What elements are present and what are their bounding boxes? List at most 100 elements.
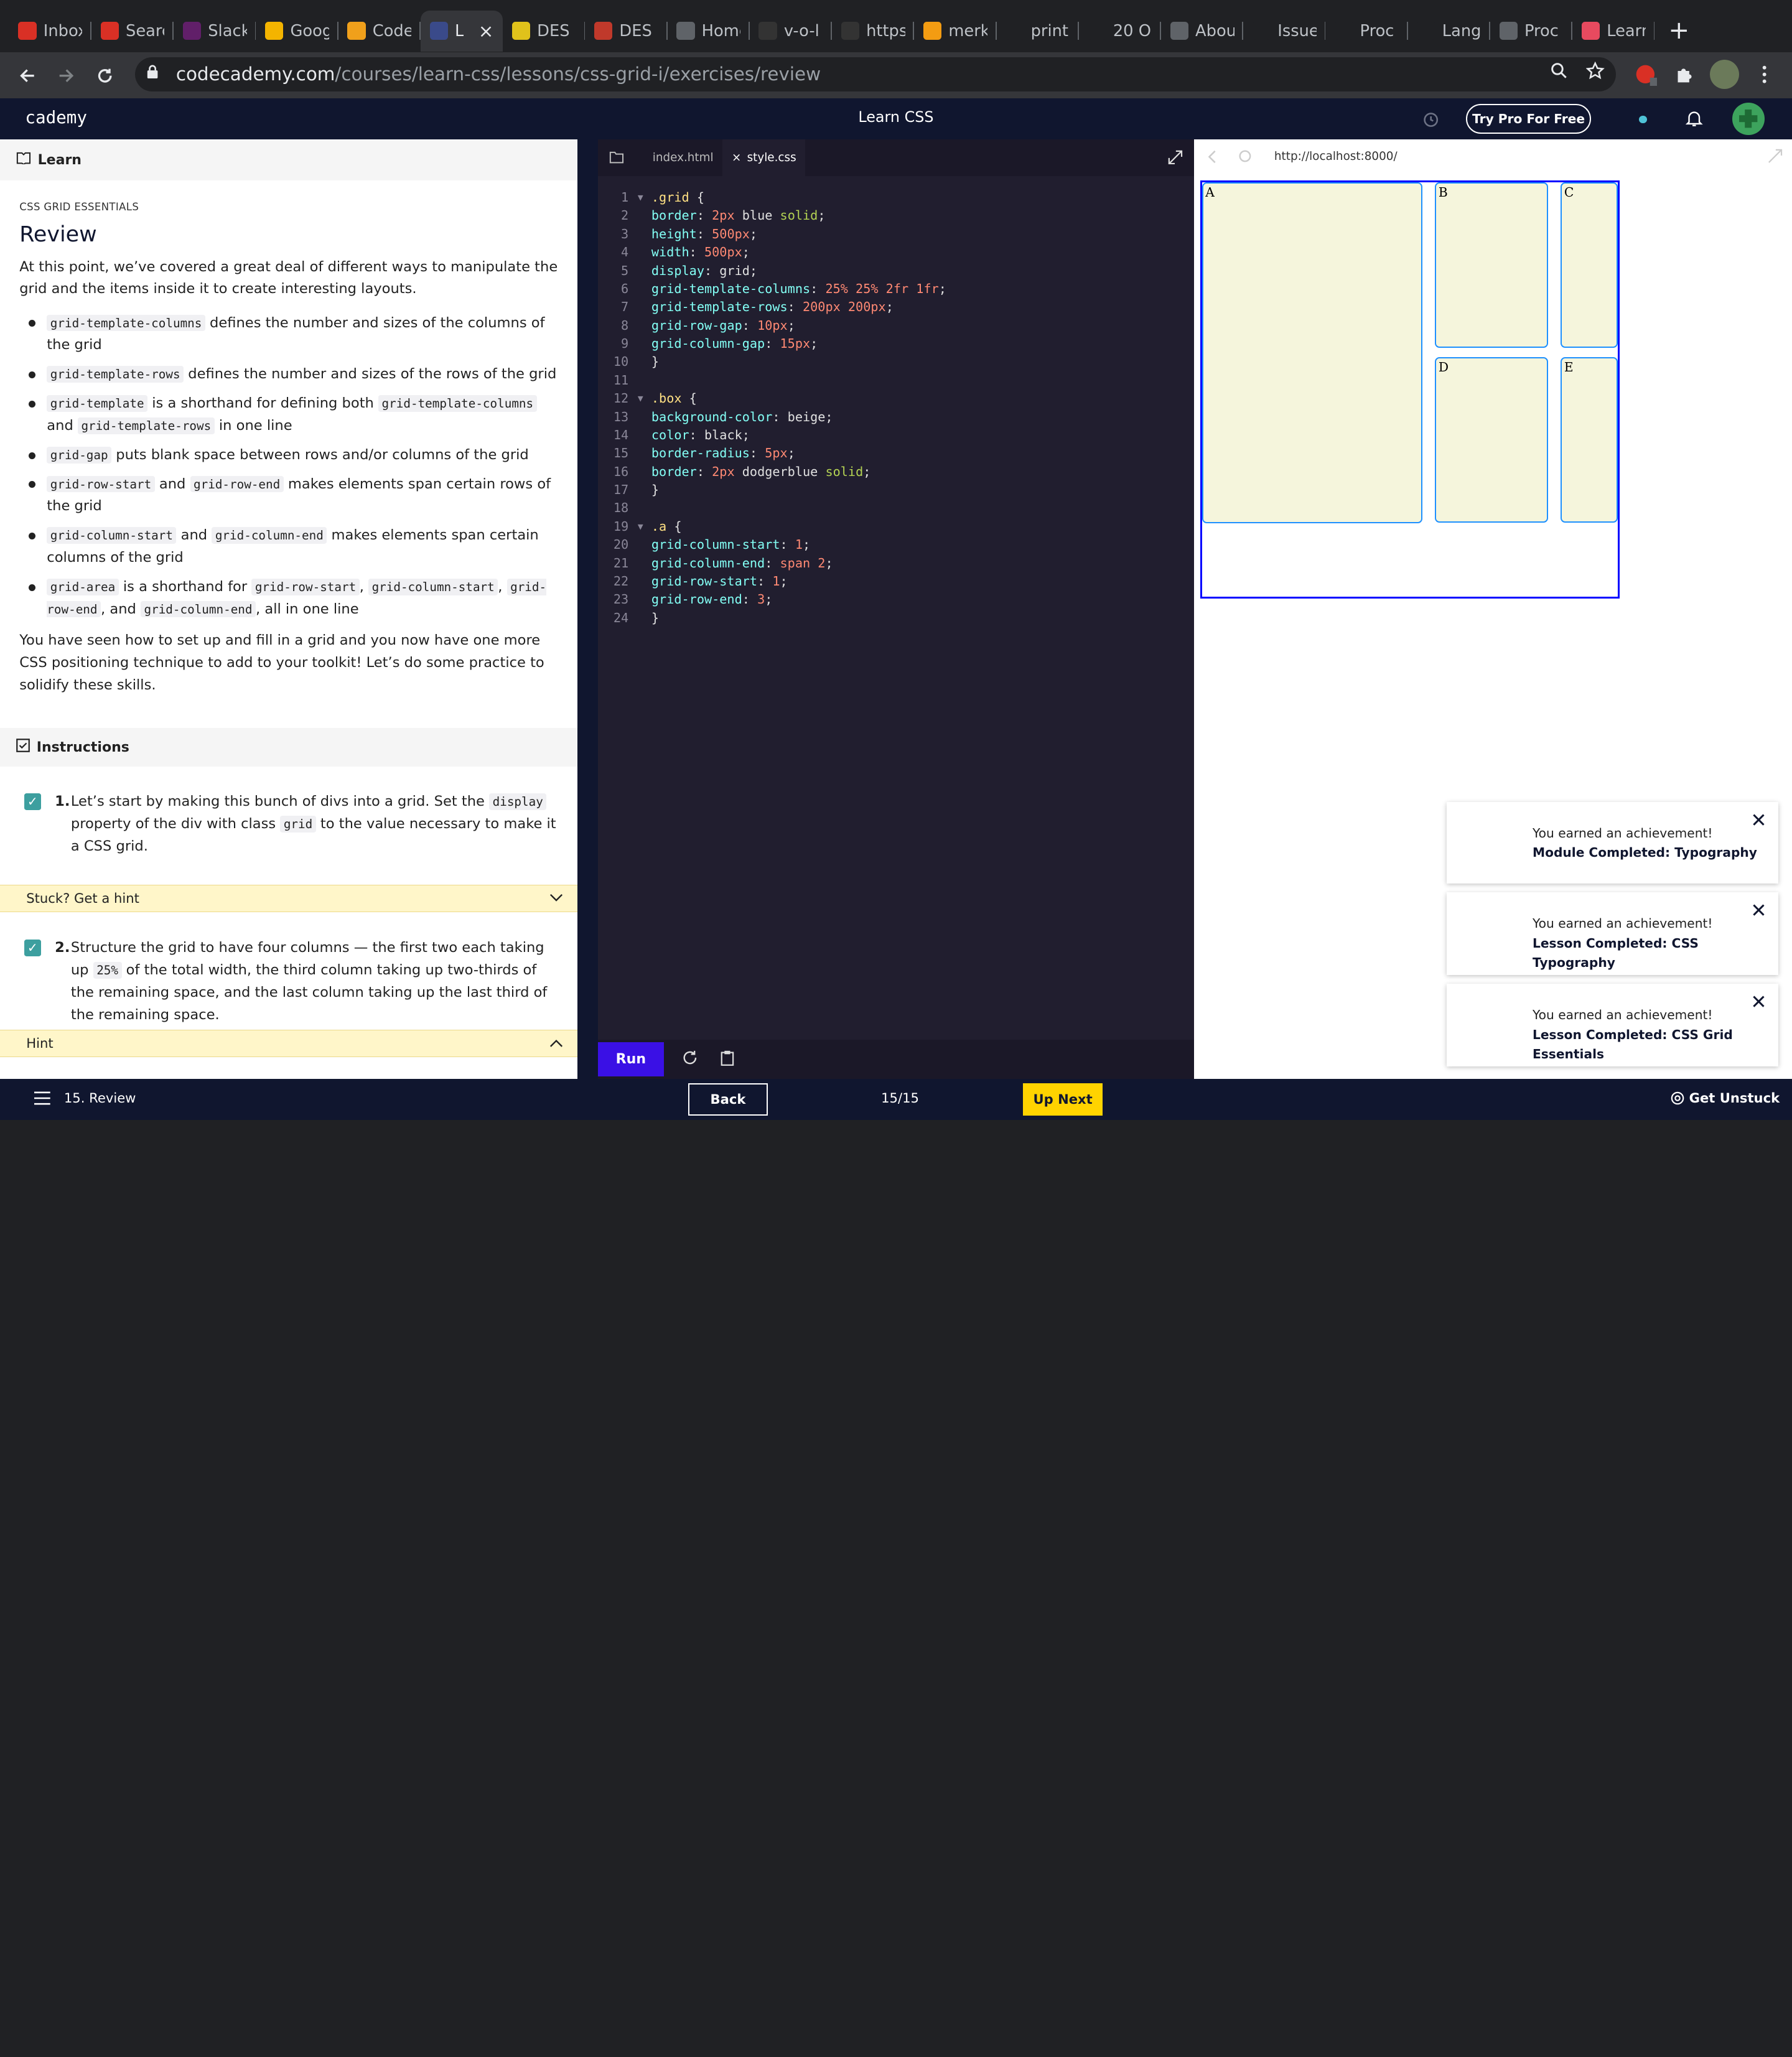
code-line: 13 background-color: beige;: [613, 409, 833, 424]
back-button[interactable]: Back: [688, 1083, 768, 1116]
hint-toggle-2[interactable]: Hint: [0, 1029, 577, 1057]
close-icon[interactable]: ×: [732, 151, 741, 164]
hamburger-menu-icon[interactable]: [34, 1091, 50, 1108]
preview-expand-icon[interactable]: [1768, 149, 1783, 167]
browser-tab[interactable]: merk: [914, 11, 997, 52]
browser-tab-title: https: [866, 21, 905, 40]
code-snippet: display: [489, 793, 547, 810]
des-icon: [594, 21, 613, 40]
lesson-outro: You have seen how to set up and fill in …: [19, 632, 544, 693]
up-next-button[interactable]: Up Next: [1022, 1083, 1103, 1116]
browser-menu-icon[interactable]: [1754, 62, 1775, 86]
checkmark-icon: ✓: [24, 793, 42, 811]
browser-tab[interactable]: Inbox: [9, 11, 91, 52]
list-item: grid-area is a shorthand for grid-row-st…: [28, 576, 558, 621]
alarm-clock-icon[interactable]: [1422, 110, 1440, 132]
gmail-icon: [18, 21, 37, 40]
browser-tab-title: print: [1030, 21, 1068, 40]
grid-box-a: A: [1202, 182, 1422, 523]
tab-style-css[interactable]: × style.css: [722, 139, 806, 176]
browser-tab-title: Google: [290, 21, 329, 40]
preview-url: http://localhost:8000/: [1274, 149, 1398, 163]
browser-tab[interactable]: Issue: [1243, 11, 1326, 52]
zoom-icon[interactable]: [1550, 62, 1568, 85]
browser-tab[interactable]: Code: [338, 11, 421, 52]
browser-tab[interactable]: Home: [668, 11, 750, 52]
reset-icon[interactable]: [682, 1049, 698, 1070]
profile-avatar[interactable]: [1709, 59, 1740, 90]
browser-tab[interactable]: DES: [503, 11, 586, 52]
code-line: 17}: [613, 482, 660, 498]
browser-tab-title: Learn: [1607, 21, 1645, 40]
list-item: grid-template-rows defines the number an…: [28, 363, 558, 386]
user-avatar[interactable]: [1732, 103, 1765, 135]
preview-refresh-icon[interactable]: [1238, 149, 1253, 167]
grid-box-c: C: [1561, 182, 1618, 348]
preview-back-icon[interactable]: [1206, 150, 1217, 167]
code-snippet: grid-row-start: [47, 475, 155, 493]
hint-toggle-1[interactable]: Stuck? Get a hint: [0, 884, 577, 912]
code-line: 10}: [613, 354, 660, 370]
code-line: 7 grid-template-rows: 200px 200px;: [621, 299, 894, 315]
number-icon: [1088, 21, 1106, 40]
browser-tab[interactable]: L ×: [420, 10, 503, 52]
browser-tab[interactable]: DES: [585, 11, 668, 52]
hint-label: Stuck? Get a hint: [26, 890, 139, 907]
browser-tab-title: Slack: [208, 21, 247, 40]
code-lines[interactable]: 1 ▼ .grid { 2 border: 2px blue solid; 3 he…: [598, 189, 1195, 627]
lesson-content: CSS GRID ESSENTIALS Review At this point…: [0, 201, 577, 696]
browser-tab-title: Issue: [1277, 21, 1317, 40]
reload-icon[interactable]: [86, 56, 124, 95]
browser-tab[interactable]: Search: [91, 11, 174, 52]
extensions-puzzle-icon[interactable]: [1672, 62, 1697, 86]
close-icon[interactable]: ✕: [1750, 902, 1766, 921]
run-button[interactable]: Run: [597, 1042, 665, 1077]
browser-tab[interactable]: v-o-l: [750, 11, 833, 52]
close-tab-icon[interactable]: ×: [478, 21, 494, 42]
status-dot: [1638, 115, 1647, 124]
toast-heading: You earned an achievement!: [1533, 826, 1713, 841]
browser-tab[interactable]: 20 O: [1079, 11, 1161, 52]
browser-tab[interactable]: Slack: [174, 11, 256, 52]
list-item-text: is a shorthand for defining both: [147, 395, 379, 412]
folder-icon[interactable]: [598, 139, 635, 176]
address-bar[interactable]: codecademy.com/courses/learn-css/lessons…: [134, 57, 1617, 91]
browser-tab[interactable]: Lang: [1408, 11, 1490, 52]
panel-divider[interactable]: [577, 139, 598, 1079]
browser-tab[interactable]: Proc: [1490, 11, 1573, 52]
tab-index-html[interactable]: index.html: [643, 139, 722, 176]
lesson-menu-label[interactable]: 15. Review: [64, 1090, 136, 1106]
browser-tab-title: v-o-l: [783, 21, 819, 40]
forward-arrow-icon[interactable]: [47, 56, 85, 95]
chevron-down-icon: [549, 891, 563, 906]
try-pro-button[interactable]: Try Pro For Free: [1466, 104, 1591, 134]
extension-shield-icon[interactable]: [1633, 62, 1658, 86]
code-line: 15 border-radius: 5px;: [613, 445, 795, 461]
expand-icon[interactable]: [1168, 150, 1183, 168]
close-icon[interactable]: ✕: [1750, 811, 1766, 831]
slack-icon: [182, 21, 202, 40]
browser-tab[interactable]: Learn: [1572, 11, 1655, 52]
clipboard-icon[interactable]: [720, 1049, 735, 1070]
toast-heading: You earned an achievement!: [1533, 916, 1713, 931]
browser-tab[interactable]: About: [1161, 11, 1244, 52]
close-icon[interactable]: ✕: [1750, 992, 1766, 1012]
notification-bell-icon[interactable]: [1686, 110, 1703, 132]
hint-label: Hint: [26, 1035, 54, 1052]
new-tab-icon[interactable]: +: [1668, 15, 1689, 45]
list-item-text: , and: [101, 600, 141, 617]
screen: InboxSearchSlackGoogleCodeL×DESDESHomev-…: [0, 0, 1792, 1120]
browser-tab[interactable]: Proc: [1325, 11, 1408, 52]
browser-tab-title: 20 O: [1113, 21, 1151, 40]
back-arrow-icon[interactable]: [8, 56, 47, 95]
browser-tab-title: Lang: [1442, 21, 1482, 40]
get-unstuck-button[interactable]: Get Unstuck: [1689, 1090, 1780, 1106]
code-line: 20 grid-column-start: 1;: [613, 537, 811, 553]
code-snippet: grid-area: [47, 578, 119, 595]
editor-tabs: index.html × style.css: [597, 139, 1195, 176]
browser-tab[interactable]: print: [997, 11, 1079, 52]
code-line: 4 width: 500px;: [621, 245, 750, 260]
browser-tab[interactable]: Google: [256, 11, 338, 52]
browser-tab[interactable]: https: [832, 11, 915, 52]
bookmark-star-icon[interactable]: [1585, 61, 1605, 85]
